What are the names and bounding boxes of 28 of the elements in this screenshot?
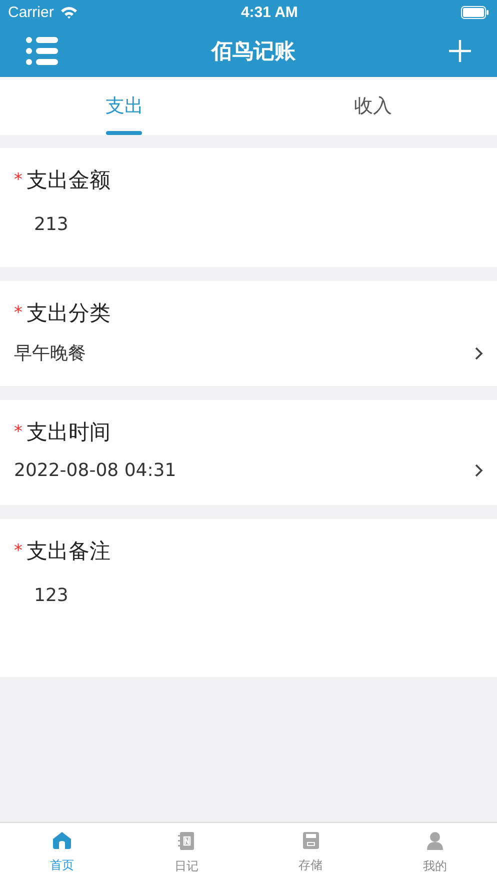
field-label: 支出备注 <box>26 538 110 565</box>
carrier-label: Carrier <box>8 4 54 20</box>
tab-bar-item[interactable]: 日记 <box>124 823 248 883</box>
field-label: 支出金额 <box>26 167 110 194</box>
required-mark: * <box>14 303 22 323</box>
chevron-icon <box>475 346 483 360</box>
home-icon <box>53 832 72 849</box>
required-mark: * <box>14 422 22 442</box>
notebook-icon <box>178 832 194 850</box>
app-title: 佰鸟记账 <box>212 38 296 64</box>
status-time: 4:31 AM <box>240 4 298 20</box>
tab-bar-item[interactable]: 存储 <box>248 823 373 883</box>
amount-field[interactable]: 213 <box>14 214 483 235</box>
tab-bar-item[interactable]: 我的 <box>372 823 497 883</box>
field-label: 支出时间 <box>26 419 110 446</box>
person-icon <box>426 832 443 850</box>
picker-value[interactable]: 早午晚餐 <box>14 341 86 365</box>
note-field[interactable]: 123 <box>14 585 483 606</box>
menu-icon[interactable] <box>26 36 58 66</box>
tab[interactable]: 收入 <box>248 77 497 135</box>
chevron-icon <box>475 464 483 477</box>
required-mark: * <box>14 541 22 561</box>
battery-icon <box>461 6 489 18</box>
add-icon[interactable] <box>449 40 471 62</box>
picker-value[interactable]: 2022-08-08 04:31 <box>14 460 176 481</box>
required-mark: * <box>14 170 22 190</box>
field-label: 支出分类 <box>26 300 110 327</box>
wifi-icon <box>60 6 78 18</box>
